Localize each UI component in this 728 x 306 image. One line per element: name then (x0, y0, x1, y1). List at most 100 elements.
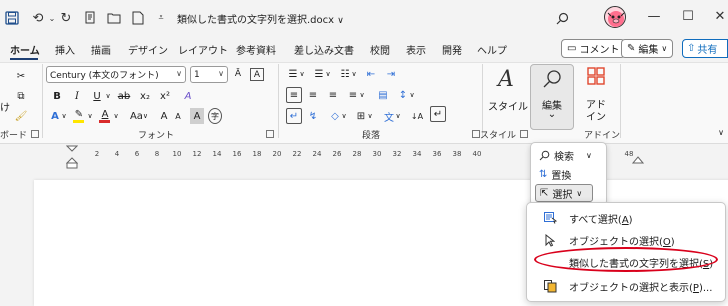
tab-help[interactable]: ヘルプ (477, 42, 507, 57)
chevron-down-icon[interactable]: ∨ (366, 108, 374, 124)
close-button[interactable]: ✕ (710, 8, 728, 26)
styles-icon[interactable]: A (494, 66, 518, 92)
show-marks-icon[interactable]: ↵ (430, 106, 446, 122)
font-size-combo[interactable]: 1 ∨ (190, 66, 228, 83)
sort-icon[interactable]: ↓A (410, 108, 424, 124)
clipboard-launcher[interactable] (31, 130, 39, 138)
customize-toolbar-icon[interactable]: ⩡ (153, 10, 169, 26)
select-objects-text: オブジェクトの選択( (569, 236, 663, 248)
indent-marker-icon[interactable] (65, 145, 79, 169)
selection-pane-item[interactable]: オブジェクトの選択と表示(P)... (527, 275, 725, 297)
avatar[interactable] (604, 6, 626, 28)
enclose-characters-button[interactable]: 字 (208, 108, 222, 124)
chevron-down-icon[interactable]: ∨ (298, 66, 306, 82)
chevron-down-icon[interactable]: ∨ (104, 88, 112, 104)
shrink-font-button[interactable]: A (172, 108, 184, 124)
align-center-button[interactable]: ≡ (306, 87, 320, 103)
tab-design[interactable]: デザイン (128, 42, 168, 57)
chevron-down-icon[interactable]: ∨ (112, 108, 120, 124)
text-effects-icon[interactable]: A (180, 88, 196, 104)
increase-indent-icon[interactable]: ⇥ (384, 66, 398, 82)
editing-button[interactable]: 編集 ⌄ (530, 64, 574, 130)
ruler-number: 26 (332, 150, 342, 158)
ruler-number: 32 (392, 150, 402, 158)
tab-layout[interactable]: レイアウト (178, 42, 228, 57)
tab-draw[interactable]: 描画 (91, 42, 111, 57)
ruler-number: 36 (432, 150, 442, 158)
font-color-bar (99, 120, 110, 123)
grow-font-button[interactable]: A (158, 108, 170, 124)
separator (278, 64, 279, 138)
superscript-button[interactable]: x² (158, 88, 172, 104)
format-painter-icon[interactable]: 🖌 (14, 108, 28, 124)
styles-launcher[interactable] (520, 130, 528, 138)
tab-view[interactable]: 表示 (406, 42, 426, 57)
chevron-down-icon: ∨ (661, 44, 668, 53)
tab-references[interactable]: 参考資料 (236, 42, 276, 57)
chevron-down-icon[interactable]: ∨ (408, 87, 416, 103)
separator (482, 64, 483, 138)
cut-icon[interactable]: ✂ (14, 68, 28, 84)
save-icon[interactable] (4, 10, 20, 26)
maximize-button[interactable]: ☐ (678, 8, 698, 26)
select-menu-item[interactable]: ⇱ 選択 ∨ (535, 184, 593, 202)
format-painter-quick-icon[interactable] (82, 10, 98, 26)
collapse-ribbon-icon[interactable]: ∨ (716, 124, 726, 140)
new-document-icon[interactable] (130, 10, 146, 26)
chevron-down-icon[interactable]: ∨ (358, 87, 366, 103)
editing-mode-button[interactable]: ✎ 編集 ∨ (621, 39, 674, 58)
tab-home[interactable]: ホーム (10, 42, 40, 57)
ruler-number: 24 (312, 150, 322, 158)
character-shading-button[interactable]: A (190, 108, 204, 124)
right-indent-marker-icon[interactable] (631, 156, 645, 167)
clipboard-group-label: ボード (0, 131, 28, 141)
redo-icon[interactable]: ↻ (58, 10, 74, 26)
chevron-down-icon[interactable]: ∨ (350, 66, 358, 82)
select-all-label: すべて選択(A) (569, 211, 633, 226)
align-left-button[interactable]: ≡ (286, 87, 302, 103)
chevron-down-icon[interactable]: ∨ (394, 108, 402, 124)
bold-button[interactable]: B (50, 88, 64, 104)
editing-mode-label: 編集 (638, 45, 659, 56)
change-case-button[interactable]: Aa ∨ (126, 108, 152, 124)
search-icon[interactable] (554, 10, 570, 26)
find-menu-item[interactable]: 検索 ∨ (535, 146, 602, 164)
decrease-indent-icon[interactable]: ⇤ (364, 66, 378, 82)
asian-layout-icon[interactable]: ↯ (306, 108, 320, 124)
comments-button[interactable]: ▭ コメント (561, 39, 626, 58)
chevron-down-icon[interactable]: ∨ (340, 108, 348, 124)
paragraph-mark-toggle[interactable]: ↵ (286, 108, 302, 124)
tab-mailings[interactable]: 差し込み文書 (294, 42, 354, 57)
addins-button-label-line2[interactable]: イン (584, 108, 608, 123)
chevron-down-icon[interactable]: ∨ (86, 108, 94, 124)
document-title[interactable]: 類似した書式の文字列を選択.docx ∨ (177, 11, 344, 26)
paragraph-launcher[interactable] (472, 130, 480, 138)
open-folder-icon[interactable] (106, 10, 122, 26)
grow-font-icon[interactable]: Ā (232, 66, 244, 82)
select-objects-accesskey: O (662, 236, 671, 248)
tab-insert[interactable]: 挿入 (55, 42, 75, 57)
strikethrough-button[interactable]: ab (116, 88, 132, 104)
font-launcher[interactable] (266, 130, 274, 138)
select-all-item[interactable]: すべて選択(A) (527, 207, 725, 229)
font-name-combo[interactable]: Century (本文のフォント) ∨ (46, 66, 186, 83)
subscript-button[interactable]: x₂ (138, 88, 152, 104)
minimize-button[interactable]: — (644, 8, 664, 26)
paste-label-fragment[interactable]: け (0, 98, 10, 114)
paragraph-group-label: 段落 (362, 131, 381, 141)
distributed-icon[interactable]: ▤ (376, 87, 390, 103)
chevron-down-icon[interactable]: ∨ (60, 108, 68, 124)
tab-review[interactable]: 校閲 (370, 42, 390, 57)
chevron-down-icon[interactable]: ∨ (324, 66, 332, 82)
italic-button[interactable]: I (70, 88, 84, 104)
replace-menu-item[interactable]: ⇅ 置換 (535, 165, 602, 183)
find-label: 検索 (554, 151, 574, 163)
copy-icon[interactable]: ⧉ (14, 88, 28, 104)
underline-button[interactable]: U (90, 88, 104, 104)
styles-button-label[interactable]: スタイル (488, 98, 528, 113)
clear-formatting-icon[interactable]: A (250, 68, 264, 81)
addins-icon[interactable] (586, 66, 606, 86)
tab-developer[interactable]: 開発 (442, 42, 462, 57)
align-right-button[interactable]: ≡ (326, 87, 340, 103)
share-button[interactable]: ⇧ 共有 (682, 39, 728, 58)
